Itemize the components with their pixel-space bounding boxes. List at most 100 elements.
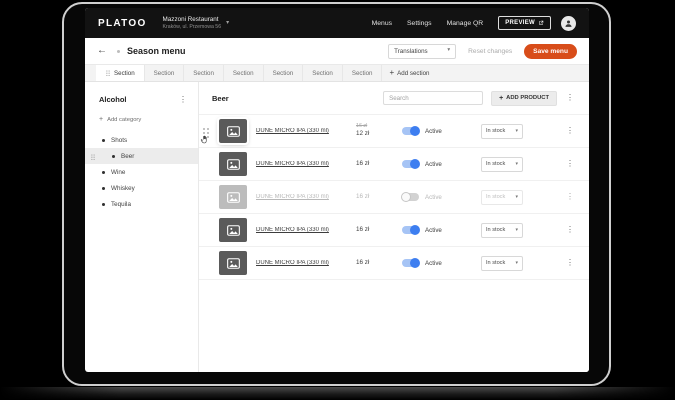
image-icon <box>227 225 240 236</box>
product-row: DUNE MICRO IPA (330 ml) 16 zł Active In … <box>199 214 589 247</box>
restaurant-address: Kraków, ul. Przemowa 56 <box>163 24 222 31</box>
active-toggle[interactable] <box>402 127 419 135</box>
section-title: Beer <box>212 94 229 103</box>
menu-header-bar: ← Season menu Translations ▾ Reset chang… <box>85 38 589 65</box>
sidebar-item[interactable]: Tequila <box>85 196 198 212</box>
chevron-down-icon: ▾ <box>226 20 229 26</box>
user-avatar[interactable] <box>561 16 576 31</box>
topbar-nav-item[interactable]: Settings <box>407 20 432 27</box>
product-image-placeholder <box>219 251 247 275</box>
stock-select[interactable]: In stock ▾ <box>481 124 523 139</box>
app-window: PLATOO Mazzoni Restaurant Kraków, ul. Pr… <box>85 8 589 372</box>
tab-label: Section <box>352 70 373 77</box>
active-toggle-label: Active <box>425 260 447 267</box>
chevron-down-icon: ▾ <box>515 162 518 167</box>
chevron-down-icon: ▾ <box>515 228 518 233</box>
product-list: DUNE MICRO IPA (330 ml) 16 zł 12 zł Acti… <box>199 114 589 280</box>
search-input[interactable] <box>383 91 483 105</box>
sidebar-menu-icon[interactable]: ⋮ <box>179 96 187 104</box>
product-old-price: 16 zł <box>356 123 396 130</box>
product-price: 16 zł <box>356 160 396 169</box>
active-toggle[interactable] <box>402 160 419 168</box>
chevron-down-icon: ▾ <box>515 129 518 134</box>
add-section-button[interactable]: + Add section <box>389 65 429 81</box>
restaurant-selector[interactable]: Mazzoni Restaurant Kraków, ul. Przemowa … <box>163 16 230 31</box>
image-icon <box>227 159 240 170</box>
product-name-link[interactable]: DUNE MICRO IPA (330 ml) <box>256 227 348 233</box>
product-image-placeholder <box>219 185 247 209</box>
translations-label: Translations <box>394 48 427 55</box>
sidebar-item[interactable]: Shots <box>85 132 198 148</box>
active-toggle-label: Active <box>425 161 447 168</box>
image-icon <box>227 126 240 137</box>
top-app-bar: PLATOO Mazzoni Restaurant Kraków, ul. Pr… <box>85 8 589 38</box>
product-row: DUNE MICRO IPA (330 ml) 16 zł Active In … <box>199 181 589 214</box>
sidebar-item[interactable]: Beer <box>85 148 198 164</box>
row-menu-icon[interactable]: ⋮ <box>566 160 574 168</box>
save-menu-button[interactable]: Save menu <box>524 44 577 59</box>
user-icon <box>564 19 573 28</box>
active-toggle[interactable] <box>402 259 419 267</box>
preview-button[interactable]: PREVIEW <box>498 16 551 30</box>
tab-section[interactable]: Section <box>224 65 264 81</box>
topbar-nav-item[interactable]: Menus <box>372 20 392 27</box>
product-name-link[interactable]: DUNE MICRO IPA (330 ml) <box>256 161 348 167</box>
product-name-link[interactable]: DUNE MICRO IPA (330 ml) <box>256 194 348 200</box>
product-current-price: 16 zł <box>356 226 396 235</box>
product-current-price: 12 zł <box>356 130 396 139</box>
active-toggle[interactable] <box>402 226 419 234</box>
chevron-down-icon: ▾ <box>447 48 450 54</box>
row-menu-icon[interactable]: ⋮ <box>566 226 574 234</box>
tab-section[interactable]: Section <box>343 65 383 81</box>
add-product-button[interactable]: + ADD PRODUCT <box>491 91 557 106</box>
brand-logo: PLATOO <box>98 18 147 29</box>
sidebar-title: Alcohol <box>99 95 127 104</box>
sidebar-item[interactable]: Wine <box>85 164 198 180</box>
tab-section[interactable]: Section <box>96 65 145 81</box>
restaurant-name: Mazzoni Restaurant <box>163 16 222 24</box>
product-image-placeholder <box>219 119 247 143</box>
chevron-down-icon: ▾ <box>515 195 518 200</box>
sidebar-item-label: Tequila <box>111 201 131 208</box>
tab-section[interactable]: Section <box>264 65 304 81</box>
mockup-stage: PLATOO Mazzoni Restaurant Kraków, ul. Pr… <box>0 0 675 400</box>
stock-select[interactable]: In stock ▾ <box>481 256 523 271</box>
active-toggle[interactable] <box>402 193 419 201</box>
add-category-label: Add category <box>107 117 141 123</box>
translations-select[interactable]: Translations ▾ <box>388 44 456 59</box>
tab-section[interactable]: Section <box>303 65 343 81</box>
tab-section[interactable]: Section <box>184 65 224 81</box>
add-category-button[interactable]: + Add category <box>99 116 184 123</box>
sidebar-item-label: Shots <box>111 137 127 144</box>
product-row: DUNE MICRO IPA (330 ml) 16 zł 12 zł Acti… <box>199 115 589 148</box>
stock-label: In stock <box>486 194 505 200</box>
stock-select[interactable]: In stock ▾ <box>481 190 523 205</box>
active-toggle-label: Active <box>425 194 447 201</box>
tab-label: Section <box>154 70 175 77</box>
product-name-link[interactable]: DUNE MICRO IPA (330 ml) <box>256 128 348 134</box>
tab-section[interactable]: Section <box>145 65 185 81</box>
product-current-price: 16 zł <box>356 259 396 268</box>
row-menu-icon[interactable]: ⋮ <box>566 127 574 135</box>
tab-label: Section <box>193 70 214 77</box>
stock-select[interactable]: In stock ▾ <box>481 157 523 172</box>
reset-changes-button[interactable]: Reset changes <box>468 48 512 55</box>
bullet-icon <box>102 187 105 190</box>
section-menu-icon[interactable]: ⋮ <box>566 94 574 102</box>
active-toggle-label: Active <box>425 227 447 234</box>
product-price: 16 zł <box>356 226 396 235</box>
product-row: DUNE MICRO IPA (330 ml) 16 zł Active In … <box>199 247 589 280</box>
drag-handle-icon <box>106 70 109 76</box>
tab-label: Section <box>312 70 333 77</box>
row-menu-icon[interactable]: ⋮ <box>566 193 574 201</box>
topbar-nav-item[interactable]: Manage QR <box>447 20 484 27</box>
back-arrow-icon[interactable]: ← <box>97 46 107 56</box>
sidebar-item[interactable]: Whiskey <box>85 180 198 196</box>
stock-select[interactable]: In stock ▾ <box>481 223 523 238</box>
row-menu-icon[interactable]: ⋮ <box>566 259 574 267</box>
product-name-link[interactable]: DUNE MICRO IPA (330 ml) <box>256 260 348 266</box>
drag-handle-icon <box>91 154 94 160</box>
plus-icon: + <box>389 69 394 77</box>
section-tabs-bar: Section Section Section Section Section … <box>85 65 589 82</box>
product-row: DUNE MICRO IPA (330 ml) 16 zł Active In … <box>199 148 589 181</box>
